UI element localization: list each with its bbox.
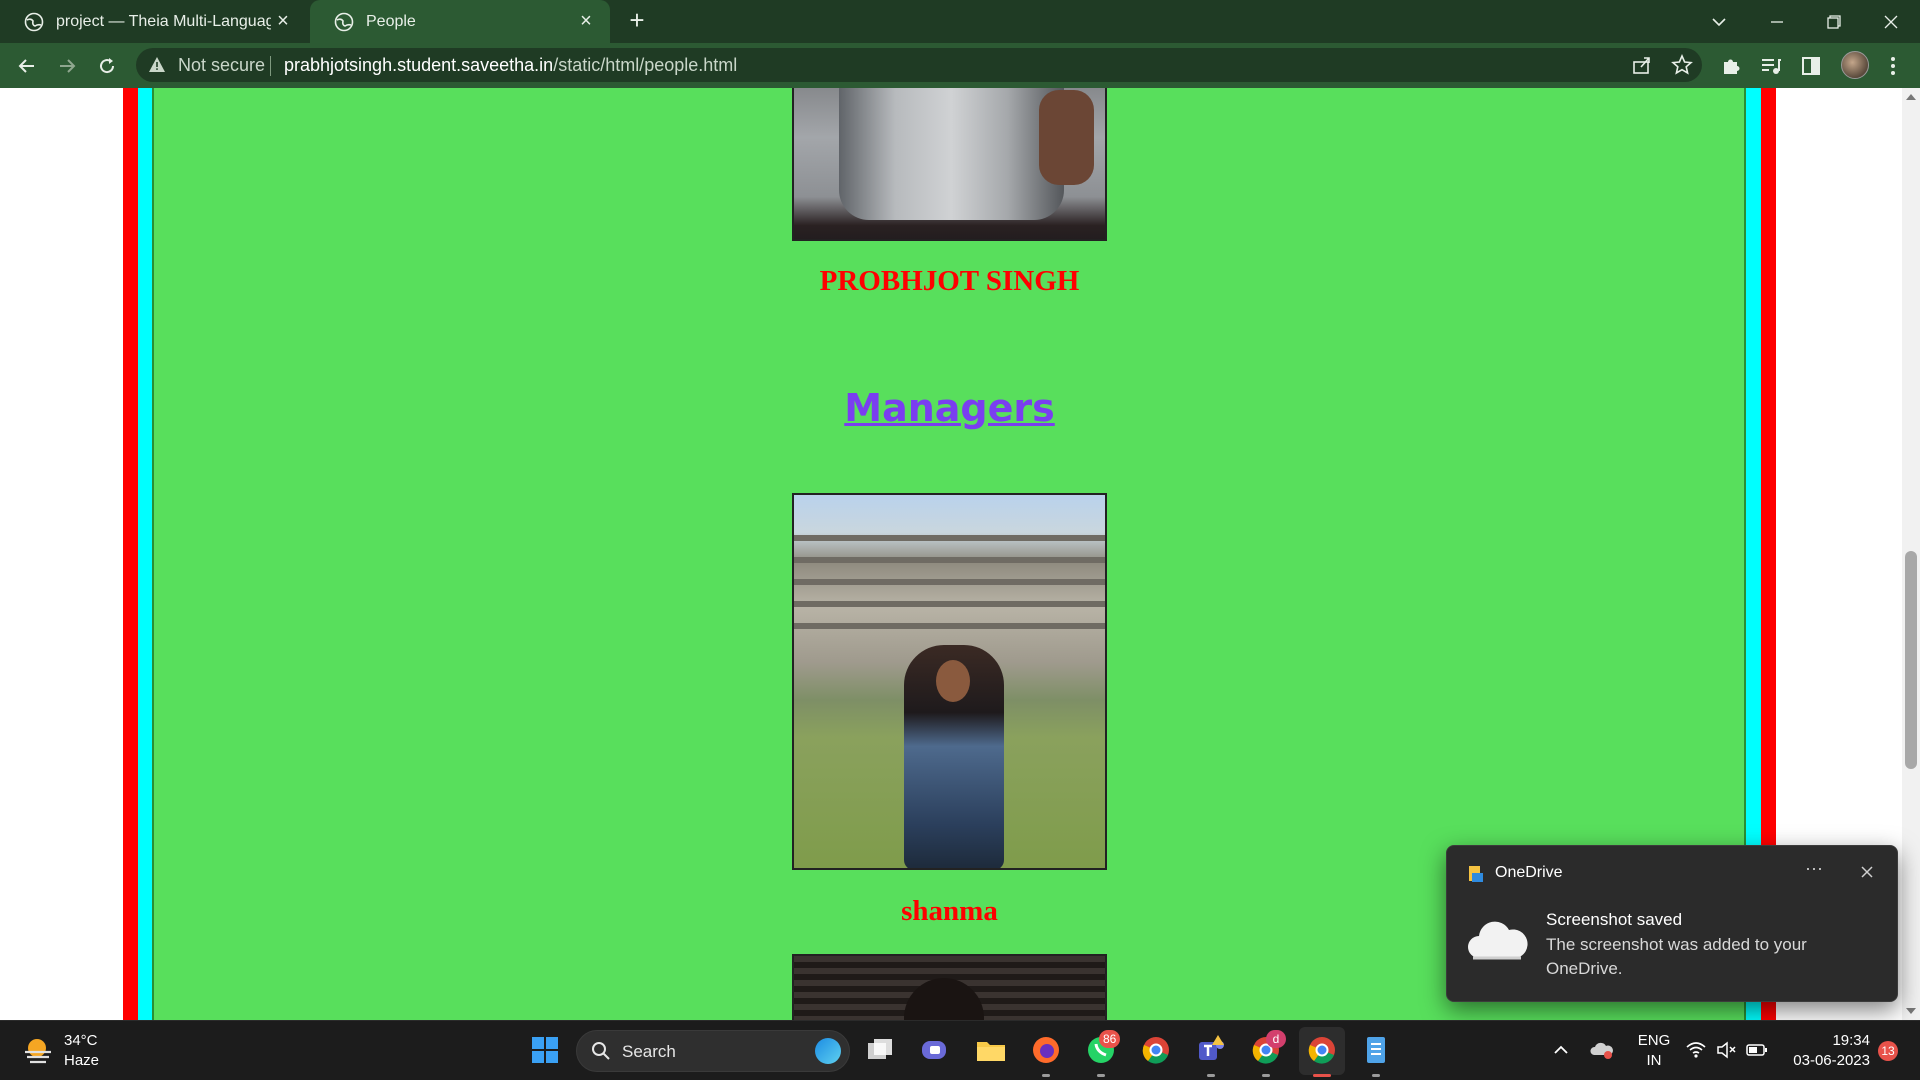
scroll-down-arrow-icon[interactable] <box>1906 1008 1916 1014</box>
person-name: PROBHJOT SINGH <box>819 265 1080 297</box>
reload-button[interactable] <box>92 51 122 81</box>
url-path: /static/html/people.html <box>553 55 738 75</box>
toast-body: The screenshot was added to your OneDriv… <box>1546 935 1807 978</box>
chrome-profile-badge: d <box>1266 1030 1286 1048</box>
teams-icon[interactable] <box>1194 1033 1228 1067</box>
profile-avatar[interactable] <box>1841 51 1869 79</box>
close-tab-icon[interactable]: × <box>273 11 293 31</box>
toast-title: Screenshot saved <box>1546 910 1683 929</box>
onedrive-notification[interactable]: OneDrive ··· Screenshot saved The screen… <box>1446 845 1898 1002</box>
close-window-button[interactable] <box>1866 0 1916 43</box>
globe-icon <box>334 12 354 31</box>
restore-button[interactable] <box>1809 0 1859 43</box>
minimize-button[interactable] <box>1752 0 1802 43</box>
photo-hand <box>1039 90 1094 185</box>
taskbar: 34°C Haze Search 86 d ENG IN 19:34 03-06… <box>0 1020 1920 1080</box>
photo-building-stripe <box>794 557 1105 563</box>
cloud-icon <box>1468 921 1528 960</box>
photo-building-stripe <box>794 623 1105 629</box>
running-indicator <box>1207 1074 1215 1077</box>
input-locale[interactable]: IN <box>1634 1052 1674 1069</box>
running-indicator <box>1262 1074 1270 1077</box>
left-cyan-border <box>138 88 152 1020</box>
search-icon <box>592 1042 610 1060</box>
whatsapp-badge: 86 <box>1099 1030 1121 1048</box>
onedrive-tray-icon[interactable] <box>1590 1039 1614 1061</box>
close-tab-icon[interactable]: × <box>576 11 596 31</box>
teams-chat-icon[interactable] <box>918 1033 952 1067</box>
person-photo-next <box>792 954 1107 1020</box>
chrome-active-icon[interactable] <box>1305 1033 1339 1067</box>
battery-icon[interactable] <box>1746 1042 1768 1058</box>
toolbar: Not secure prabhjotsingh.student.saveeth… <box>0 43 1920 88</box>
photo-building-stripe <box>794 535 1105 541</box>
tab-people[interactable]: People × <box>310 0 610 43</box>
onedrive-app-icon <box>1469 866 1483 882</box>
back-button[interactable] <box>12 51 42 81</box>
vertical-scrollbar[interactable] <box>1902 88 1920 1020</box>
photo-shirt <box>839 88 1064 220</box>
scroll-up-arrow-icon[interactable] <box>1906 94 1916 100</box>
tab-title: project — Theia Multi-Language <box>56 12 271 30</box>
notification-count-badge[interactable]: 13 <box>1878 1041 1898 1061</box>
security-label[interactable]: Not secure <box>178 55 265 76</box>
photo-building-stripe <box>794 601 1105 607</box>
bookmark-star-icon[interactable] <box>1671 54 1693 76</box>
person-photo-shanma <box>792 493 1107 870</box>
scroll-thumb[interactable] <box>1905 551 1917 769</box>
language-indicator[interactable]: ENG <box>1634 1032 1674 1049</box>
address-bar[interactable]: Not secure prabhjotsingh.student.saveeth… <box>136 48 1702 82</box>
toast-more-button[interactable]: ··· <box>1805 858 1823 879</box>
person-name: shanma <box>901 895 998 927</box>
new-tab-button[interactable]: + <box>624 7 650 34</box>
section-heading-link[interactable]: Managers <box>792 386 1107 430</box>
share-icon[interactable] <box>1631 54 1653 76</box>
volume-muted-icon[interactable] <box>1716 1041 1736 1059</box>
toast-close-icon[interactable] <box>1857 862 1877 882</box>
tab-title: People <box>366 12 416 30</box>
omnibox-divider <box>270 56 271 76</box>
menu-kebab-icon[interactable] <box>1880 53 1906 79</box>
photo-building-stripe <box>794 579 1105 585</box>
photo-face <box>936 660 970 702</box>
firefox-icon[interactable] <box>1029 1033 1063 1067</box>
forward-button[interactable] <box>52 51 82 81</box>
tab-search-chevron-icon[interactable] <box>1694 0 1744 43</box>
tab-project[interactable]: project — Theia Multi-Language × <box>0 0 307 43</box>
notepad-icon[interactable] <box>1359 1033 1393 1067</box>
extensions-puzzle-icon[interactable] <box>1718 53 1744 79</box>
tab-strip: project — Theia Multi-Language × People … <box>0 0 1920 43</box>
running-indicator <box>1097 1074 1105 1077</box>
task-view-icon[interactable] <box>863 1033 897 1067</box>
globe-icon <box>24 12 44 31</box>
running-indicator <box>1372 1074 1380 1077</box>
side-panel-icon[interactable] <box>1798 53 1824 79</box>
show-hidden-icons-chevron-icon[interactable] <box>1553 1042 1569 1058</box>
taskbar-search[interactable]: Search <box>576 1030 850 1072</box>
weather-temperature[interactable]: 34°C <box>64 1032 98 1049</box>
clock-time[interactable]: 19:34 <box>1784 1032 1870 1049</box>
photo-head <box>904 978 984 1020</box>
search-placeholder: Search <box>622 1042 676 1061</box>
media-control-icon[interactable] <box>1758 53 1784 79</box>
url-host: prabhjotsingh.student.saveetha.in <box>284 55 554 75</box>
running-indicator <box>1042 1074 1050 1077</box>
url-text[interactable]: prabhjotsingh.student.saveetha.in/static… <box>284 55 737 76</box>
left-red-border <box>123 88 138 1020</box>
warning-icon[interactable] <box>148 56 166 74</box>
wifi-icon[interactable] <box>1686 1041 1706 1059</box>
windows-start-icon[interactable] <box>528 1033 562 1067</box>
active-indicator <box>1313 1074 1331 1077</box>
weather-description[interactable]: Haze <box>64 1052 99 1069</box>
clock-date[interactable]: 03-06-2023 <box>1780 1052 1870 1069</box>
chrome-icon[interactable] <box>1139 1033 1173 1067</box>
person-photo-probhjot <box>792 88 1107 241</box>
bing-chat-icon[interactable] <box>815 1038 841 1064</box>
weather-haze-icon[interactable] <box>22 1035 54 1065</box>
toast-app-name: OneDrive <box>1495 864 1563 881</box>
file-explorer-icon[interactable] <box>974 1033 1008 1067</box>
